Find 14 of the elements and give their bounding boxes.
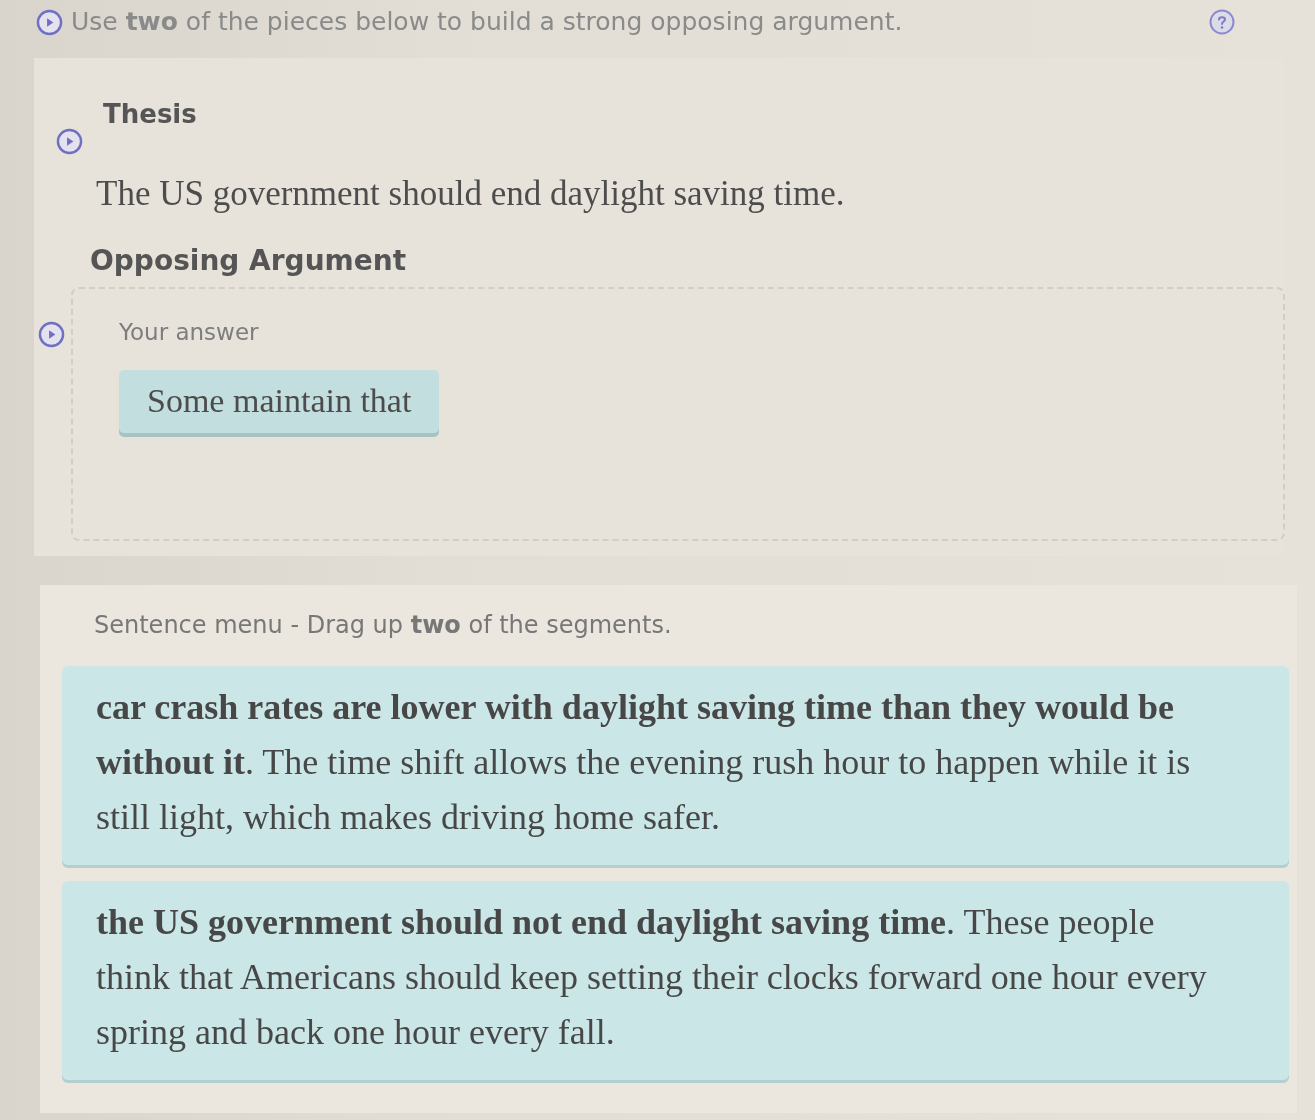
- opposing-argument-heading: Opposing Argument: [89, 242, 408, 279]
- help-icon[interactable]: [1209, 9, 1235, 35]
- play-icon[interactable]: [36, 8, 63, 36]
- answer-segment[interactable]: Some maintain that: [119, 370, 440, 434]
- answer-placeholder: Your answer: [119, 318, 260, 347]
- thesis-text: The US government should end daylight saving time.: [95, 173, 846, 215]
- sentence-segment[interactable]: car crash rates are lower with daylight saving time than they would be without it. The time shift allows the evening rush hour to happen while it is still light, which makes driving home safer.: [62, 665, 1289, 865]
- play-icon[interactable]: [56, 128, 83, 155]
- thesis-heading: Thesis: [103, 98, 197, 131]
- sentence-menu-prompt: Sentence menu - Drag up two of the segments.: [93, 611, 673, 640]
- answer-box[interactable]: Your answer Some maintain that: [71, 286, 1285, 541]
- play-icon[interactable]: [38, 320, 65, 348]
- instruction-text: Use two of the pieces below to build a strong opposing argument.: [71, 7, 903, 37]
- sentence-segment[interactable]: the US government should not end daylight saving time. These people think that Americans should keep setting their clocks forward one hour every spring and back one hour every fall.: [62, 880, 1289, 1080]
